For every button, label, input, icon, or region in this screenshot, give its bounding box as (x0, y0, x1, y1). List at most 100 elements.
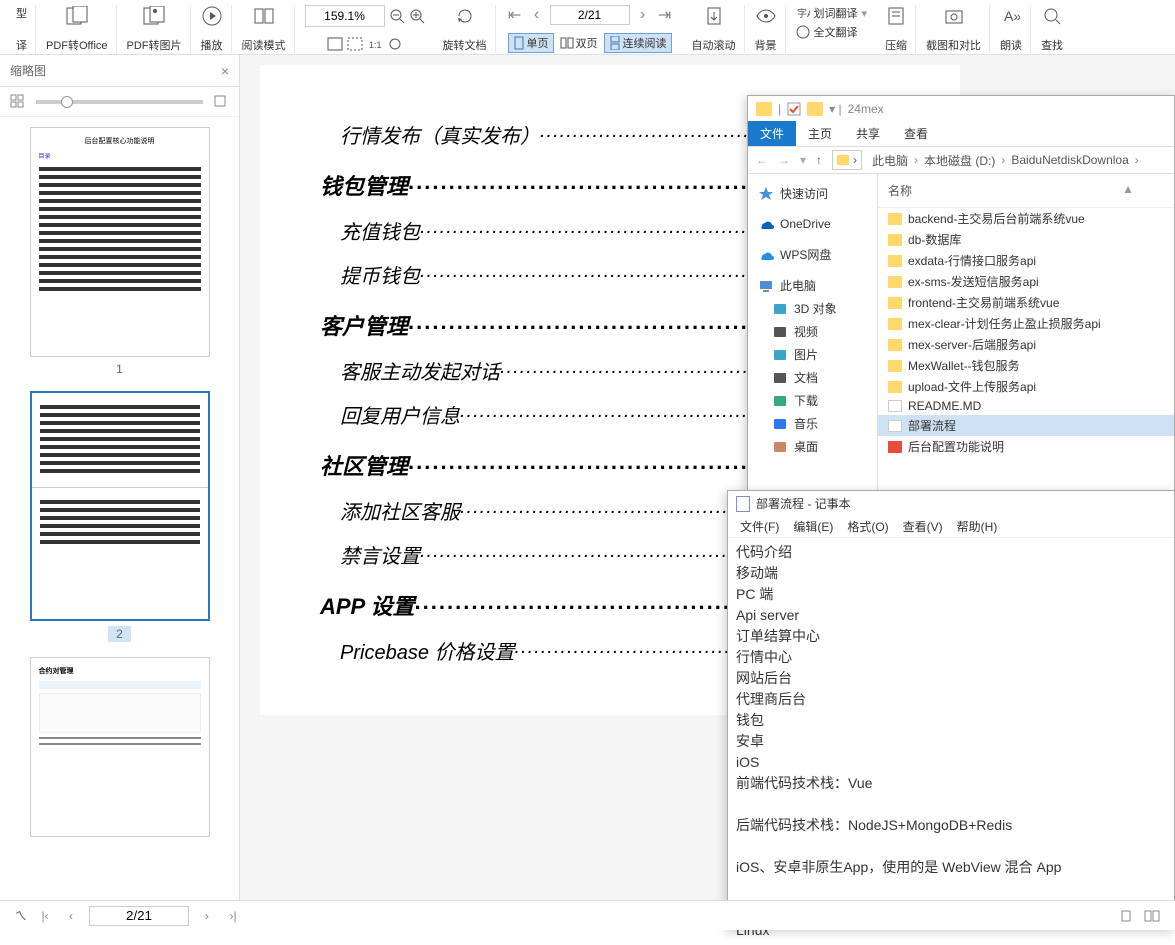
explorer-titlebar[interactable]: | ▾ | 24mex (748, 96, 1174, 121)
close-icon[interactable]: × (221, 63, 229, 79)
fit-width-icon[interactable] (327, 37, 343, 53)
thumbnail-list: 后台配置核心功能说明目录 1 2 合约对管理 (0, 117, 239, 900)
breadcrumb-item[interactable]: BaiduNetdiskDownloa (1011, 153, 1128, 167)
menu-format[interactable]: 格式(O) (841, 516, 894, 537)
file-item[interactable]: MexWallet--钱包服务 (878, 355, 1174, 376)
checkbox-icon[interactable] (787, 102, 801, 116)
file-item[interactable]: ex-sms-发送短信服务api (878, 271, 1174, 292)
breadcrumb-item[interactable]: 此电脑 (872, 152, 908, 169)
last-icon[interactable]: ›| (225, 908, 241, 924)
tb-type[interactable]: 型译 (8, 5, 36, 53)
nav-item[interactable]: 文档 (752, 366, 873, 389)
read-mode-button[interactable]: 阅读模式 (234, 5, 295, 53)
fit-page-icon[interactable] (347, 37, 363, 53)
folder-icon (807, 102, 823, 116)
file-item[interactable]: 后台配置功能说明 (878, 436, 1174, 457)
nav-onedrive[interactable]: OneDrive (752, 213, 873, 235)
thumbnail-2[interactable] (30, 391, 210, 621)
zoom-input[interactable]: 159.1% (305, 5, 385, 27)
expand-icon[interactable] (213, 94, 229, 110)
file-item[interactable]: mex-clear-计划任务止盈止损服务api (878, 313, 1174, 334)
nav-thispc[interactable]: 此电脑 (752, 274, 873, 297)
actual-size-icon[interactable]: 1:1 (367, 37, 383, 53)
prev-icon[interactable]: ‹ (63, 908, 79, 924)
rotate-icon (454, 5, 476, 27)
double-page-button[interactable]: 双页 (556, 33, 602, 53)
toolbar: 型译 PDF转Office PDF转图片 播放 阅读模式 159.1% 1:1 … (0, 0, 1175, 55)
dict-translate[interactable]: 字A划词翻译▾ (796, 5, 868, 21)
thumb-label: 1 (116, 362, 123, 376)
file-item[interactable]: 部署流程 (878, 415, 1174, 436)
last-page-icon[interactable]: ⇥ (656, 6, 674, 24)
view-single-icon[interactable] (1118, 908, 1134, 924)
zoom-in-icon[interactable] (409, 8, 425, 24)
thumbnail-3[interactable]: 合约对管理 (30, 657, 210, 837)
file-item[interactable]: frontend-主交易前端系统vue (878, 292, 1174, 313)
tab-file[interactable]: 文件 (748, 121, 796, 146)
file-item[interactable]: db-数据库 (878, 229, 1174, 250)
find-button[interactable]: 查找 (1033, 5, 1071, 53)
tab-share[interactable]: 共享 (844, 121, 892, 146)
file-item[interactable]: exdata-行情接口服务api (878, 250, 1174, 271)
menu-help[interactable]: 帮助(H) (951, 516, 1004, 537)
file-item[interactable]: upload-文件上传服务api (878, 376, 1174, 397)
speaker-icon: A» (1000, 5, 1022, 27)
nav-item[interactable]: 视频 (752, 320, 873, 343)
col-name[interactable]: 名称 (888, 184, 912, 198)
next-page-icon[interactable]: › (634, 6, 652, 24)
next-icon[interactable]: › (199, 908, 215, 924)
prev-page-icon[interactable]: ‹ (528, 6, 546, 24)
compress-button[interactable]: 压缩 (877, 5, 916, 53)
notepad-body[interactable]: 代码介绍 移动端 PC 端 Api server 订单结算中心 行情中心 网站后… (728, 538, 1174, 945)
tab-home[interactable]: 主页 (796, 121, 844, 146)
nav-item[interactable]: 音乐 (752, 412, 873, 435)
notepad-window: 部署流程 - 记事本 文件(F) 编辑(E) 格式(O) 查看(V) 帮助(H)… (727, 490, 1175, 930)
zoom-reset-icon[interactable] (387, 37, 403, 53)
thumbnail-1[interactable]: 后台配置核心功能说明目录 (30, 127, 210, 357)
nav-item[interactable]: 图片 (752, 343, 873, 366)
file-item[interactable]: mex-server-后端服务api (878, 334, 1174, 355)
explorer-nav: 快速访问 OneDrive WPS网盘 此电脑 3D 对象视频图片文档下载音乐桌… (748, 174, 878, 514)
first-icon[interactable]: |‹ (37, 908, 53, 924)
notepad-titlebar[interactable]: 部署流程 - 记事本 (728, 491, 1174, 516)
up-icon[interactable]: ↑ (816, 153, 822, 167)
address-bar: ← → ▾ ↑ › 此电脑›本地磁盘 (D:)›BaiduNetdiskDown… (748, 146, 1174, 174)
view-double-icon[interactable] (1144, 908, 1160, 924)
breadcrumb-item[interactable]: 本地磁盘 (D:) (924, 152, 995, 169)
pdf-office-icon (66, 5, 88, 27)
full-translate[interactable]: 全文翻译 (796, 24, 868, 40)
continuous-button[interactable]: 连续阅读 (604, 33, 672, 53)
nav-item[interactable]: 桌面 (752, 435, 873, 458)
rotate-button[interactable]: 旋转文档 (435, 5, 496, 53)
nav-item[interactable]: 3D 对象 (752, 297, 873, 320)
file-item[interactable]: backend-主交易后台前端系统vue (878, 208, 1174, 229)
page-input[interactable] (550, 5, 630, 25)
back-icon[interactable]: ← (756, 153, 768, 167)
nav-wps[interactable]: WPS网盘 (752, 243, 873, 266)
menu-file[interactable]: 文件(F) (734, 516, 785, 537)
grid-icon[interactable] (10, 94, 26, 110)
zoom-out-icon[interactable] (389, 8, 405, 24)
background-button[interactable]: 背景 (747, 5, 786, 53)
play-button[interactable]: 播放 (193, 5, 232, 53)
screenshot-compare-button[interactable]: 截图和对比 (918, 5, 990, 53)
page-input-bottom[interactable] (89, 906, 189, 926)
file-item[interactable]: README.MD (878, 397, 1174, 415)
auto-scroll-button[interactable]: 自动滚动 (684, 5, 745, 53)
screenshot-icon (943, 5, 965, 27)
menu-edit[interactable]: 编辑(E) (787, 516, 839, 537)
forward-icon[interactable]: → (778, 153, 790, 167)
first-page-icon[interactable]: ⇤ (506, 6, 524, 24)
pdf-to-image[interactable]: PDF转图片 (119, 5, 191, 53)
nav-item[interactable]: 下载 (752, 389, 873, 412)
pdf-to-office[interactable]: PDF转Office (38, 5, 117, 53)
goto-icon[interactable]: ㄟ (15, 907, 27, 924)
tab-view[interactable]: 查看 (892, 121, 940, 146)
nav-quick-access[interactable]: 快速访问 (752, 182, 873, 205)
single-page-button[interactable]: 单页 (508, 33, 554, 53)
thumb-zoom-slider[interactable] (36, 100, 203, 104)
svg-text:1:1: 1:1 (369, 40, 382, 50)
breadcrumb[interactable]: 此电脑›本地磁盘 (D:)›BaiduNetdiskDownloa› (872, 152, 1139, 169)
menu-view[interactable]: 查看(V) (897, 516, 949, 537)
read-aloud-button[interactable]: A» 朗读 (992, 5, 1031, 53)
